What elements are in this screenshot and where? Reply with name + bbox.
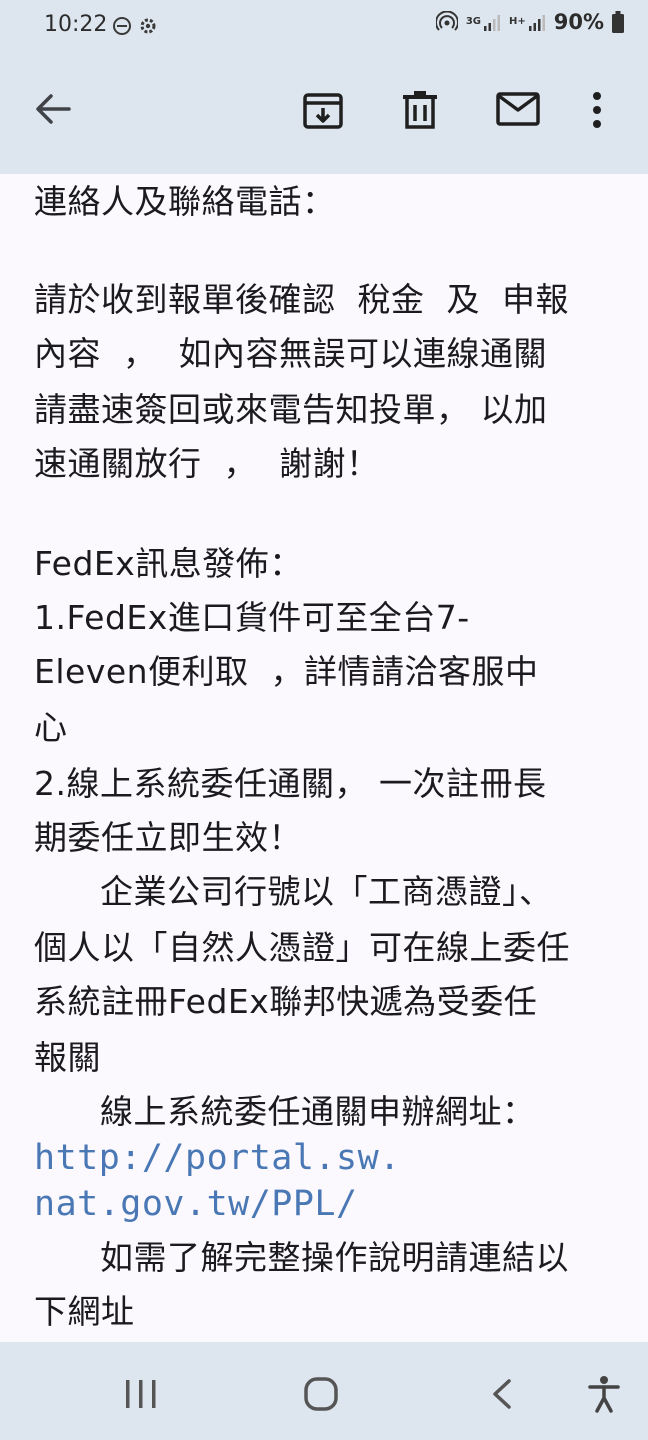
body-line: 系統註冊FedEx聯邦快遞為受委任: [34, 982, 538, 1021]
body-line: 下網址: [34, 1292, 135, 1331]
body-line: Eleven便利取 ，詳情請洽客服中: [34, 652, 539, 691]
home-button[interactable]: [304, 1377, 338, 1415]
archive-icon: [303, 93, 343, 129]
body-line: FedEx訊息發佈：: [34, 544, 303, 583]
battery-icon: [612, 11, 624, 33]
signal-group-2: H+: [509, 12, 546, 32]
email-toolbar: [0, 56, 648, 174]
hotspot-icon: [435, 11, 458, 31]
nav-back-button[interactable]: [490, 1378, 514, 1414]
settings-gear-icon: [140, 18, 156, 34]
do-not-disturb-icon: [113, 17, 131, 35]
system-nav-bar: [0, 1342, 648, 1440]
recents-button[interactable]: [124, 1379, 158, 1413]
more-options-button[interactable]: [590, 90, 604, 134]
battery-percent: 90%: [553, 10, 604, 34]
mail-unread-icon: [496, 92, 540, 126]
recents-icon: [126, 1380, 156, 1408]
body-line: 心: [34, 708, 68, 747]
back-button[interactable]: [33, 91, 73, 131]
delete-button[interactable]: [402, 90, 438, 134]
status-time: 10:22: [44, 12, 108, 37]
body-line: 個人以「自然人憑證」可在線上委任: [34, 928, 570, 967]
body-line: 連絡人及聯絡電話：: [34, 182, 336, 221]
body-line: 請於收到報單後確認 稅金 及 申報: [34, 280, 569, 319]
arrow-left-icon: [36, 94, 71, 124]
status-right-icons: 3G H+ 90%: [435, 10, 624, 34]
trash-icon: [403, 91, 437, 129]
body-line: 期委任立即生效！: [34, 818, 302, 857]
body-line: 請盡速簽回或來電告知投單， 以加: [34, 390, 548, 429]
portal-link[interactable]: http://portal.sw.: [34, 1138, 401, 1178]
accessibility-button[interactable]: [587, 1375, 621, 1417]
body-line: 1.FedEx進口貨件可至全台7-: [34, 598, 470, 637]
mark-unread-button[interactable]: [496, 92, 540, 130]
nav-back-icon: [493, 1379, 511, 1409]
body-line: 如需了解完整操作說明請連結以: [34, 1238, 569, 1277]
home-icon: [304, 1377, 338, 1411]
body-line: 報關: [34, 1038, 101, 1077]
body-line: 速通關放行 ， 謝謝！: [34, 444, 380, 483]
signal-bars-icon: [483, 15, 500, 31]
body-line: 企業公司行號以「工商憑證」、: [34, 872, 553, 911]
network-type-label: H+: [508, 16, 526, 27]
signal-group-1: 3G: [466, 12, 501, 32]
network-type-label: 3G: [465, 16, 481, 27]
archive-button[interactable]: [302, 89, 344, 135]
email-body: 連絡人及聯絡電話： 請於收到報單後確認 稅金 及 申報 內容 ， 如內容無誤可以…: [0, 174, 648, 1342]
body-line: 2.線上系統委任通關， 一次註冊長: [34, 764, 547, 803]
status-bar: 10:22 3G H+ 90%: [0, 0, 648, 56]
accessibility-icon: [588, 1376, 620, 1413]
more-vert-icon: [593, 92, 601, 128]
body-line: 線上系統委任通關申辦網址：: [34, 1092, 536, 1131]
portal-link[interactable]: nat.gov.tw/PPL/: [34, 1184, 358, 1224]
signal-bars-icon: [528, 15, 545, 31]
status-left-icons: [112, 16, 158, 36]
body-line: 內容 ， 如內容無誤可以連線通關: [34, 334, 547, 373]
